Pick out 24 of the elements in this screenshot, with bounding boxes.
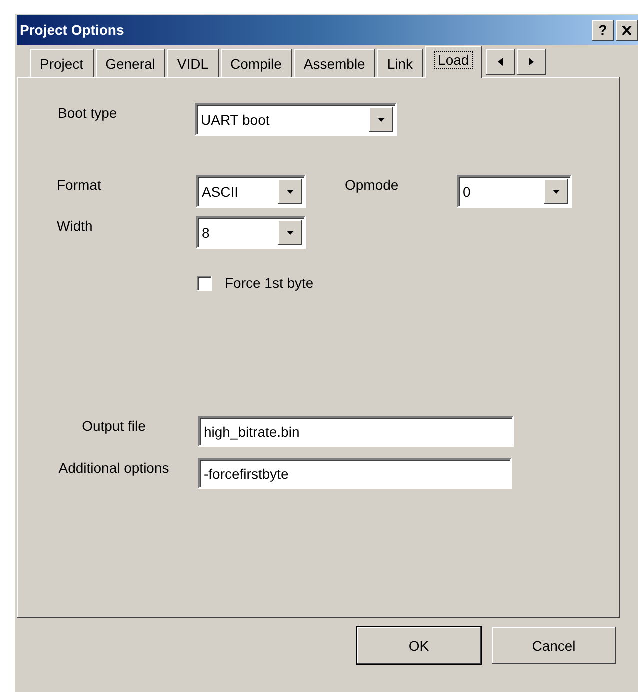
- field-label: Format: [57, 176, 102, 193]
- field-label: Opmode: [345, 176, 400, 193]
- tab[interactable]: General: [96, 49, 166, 77]
- dropdown[interactable]: 8: [196, 216, 306, 249]
- window-title: Project Options: [20, 22, 126, 38]
- help-button[interactable]: ?: [592, 20, 614, 40]
- tab[interactable]: VIDL: [167, 49, 219, 77]
- tab[interactable]: Project: [30, 49, 94, 77]
- field-label: Additional options: [58, 459, 170, 476]
- checkbox-label[interactable]: Force 1st byte: [225, 275, 314, 291]
- text-field[interactable]: -forcefirstbyte: [198, 458, 512, 489]
- field-label: Boot type: [58, 104, 118, 121]
- text-field[interactable]: high_bitrate.bin: [198, 416, 514, 447]
- tab[interactable]: Assemble: [294, 49, 376, 77]
- ok-button[interactable]: OK: [357, 627, 481, 664]
- cancel-button[interactable]: Cancel: [492, 627, 616, 664]
- dropdown[interactable]: UART boot: [195, 103, 397, 136]
- dropdown[interactable]: ASCII: [196, 175, 306, 208]
- tab[interactable]: Link: [377, 49, 424, 77]
- dropdown[interactable]: 0: [457, 175, 572, 208]
- field-label: Output file: [81, 417, 147, 434]
- field-label: Width: [57, 217, 94, 234]
- tab[interactable]: Compile: [220, 49, 292, 77]
- tab[interactable]: Load: [425, 46, 482, 78]
